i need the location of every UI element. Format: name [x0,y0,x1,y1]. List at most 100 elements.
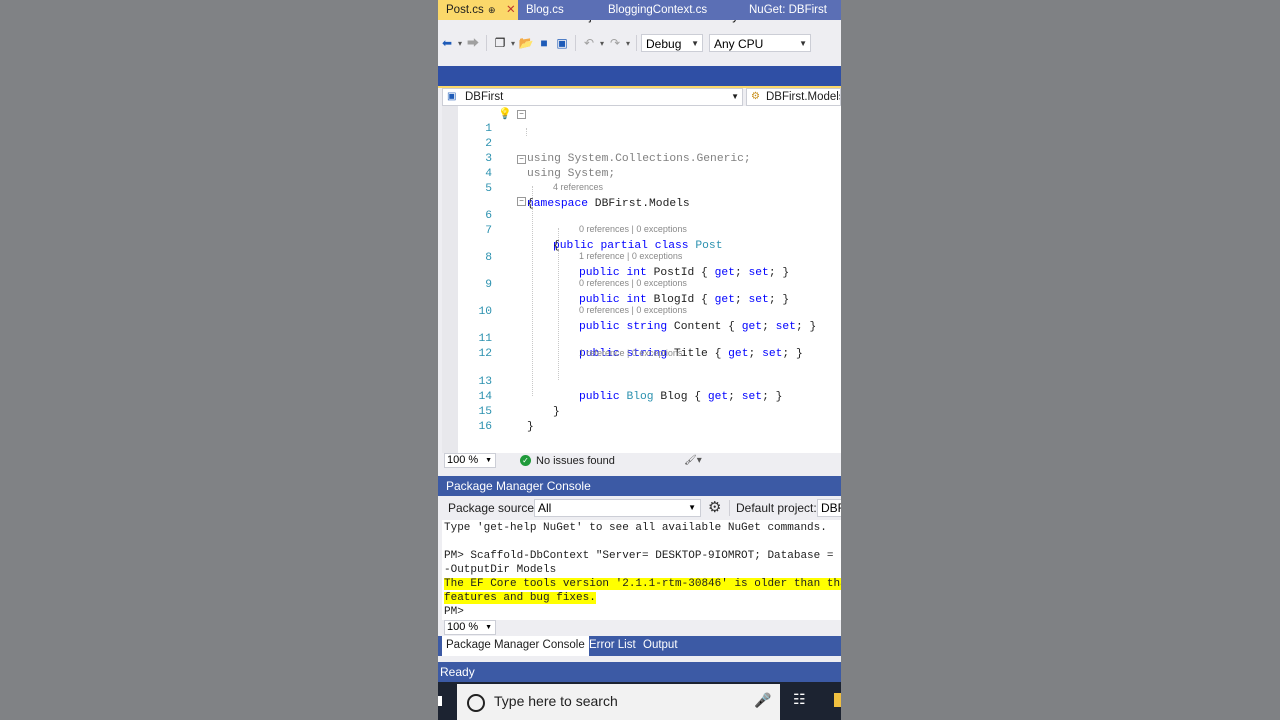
code-line-4: 4 − namespace DBFirst.Models [442,152,841,210]
codelens-references[interactable]: 0 references | 0 exceptions [579,224,687,235]
tab-label: NuGet: DBFirst [749,4,827,16]
redo-icon[interactable]: ↷ [606,35,624,51]
cortana-icon [467,694,485,712]
pin-icon[interactable]: ⊕ [488,0,496,20]
default-project-value: DBF [821,501,841,515]
tab-output[interactable]: Output [639,636,682,656]
project-value: DBFirst [465,91,504,103]
code-line-9: 9 public int BlogId { get; set; } [442,263,841,306]
editor-zoom-select[interactable]: 100 % ▼ [444,453,496,468]
codelens-references[interactable]: 1 reference | 0 exceptions [579,251,682,262]
console-prompt[interactable]: PM> [444,605,464,619]
code-line-2: 2 using System.Collections.Generic; [442,122,841,165]
tab-post-cs[interactable]: Post.cs ⊕ ✕ [438,0,520,20]
chevron-down-icon: ▼ [688,503,696,512]
gear-icon[interactable]: ⚙ [708,499,721,517]
package-source-select[interactable]: All ▼ [534,499,701,517]
tab-error-list[interactable]: Error List [585,636,640,656]
tab-label: Post.cs [446,4,484,16]
visual-studio-window: File Edit View Project Build Test Analyz… [438,0,841,720]
chevron-down-icon: ▼ [691,39,699,48]
code-line-3: 3 [442,137,841,165]
toolbar-separator [486,35,487,51]
tab-label: Blog.cs [526,4,564,16]
code-editor[interactable]: 1 💡 − using System; 2 using System.Colle… [442,106,841,453]
windows-taskbar: Type here to search 🎤 ☷ [438,682,841,720]
pmc-zoom-select[interactable]: 100 % ▼ [444,620,496,635]
tab-bloggingcontext-cs[interactable]: BloggingContext.cs [600,0,742,20]
code-cleanup-icon[interactable]: 🖌▾ [684,453,702,469]
lightbulb-icon[interactable]: 💡 [498,108,512,123]
console-line: Type 'get-help NuGet' to see all availab… [444,522,827,534]
back-dropdown-icon[interactable]: ▾ [456,39,464,48]
navigation-bar: ▣ DBFirst ▼ ⚙ DBFirst.Models [438,88,841,106]
code-line-11: 11 public string Title { get; set; } [442,317,841,360]
zoom-value: 100 % [447,621,479,633]
pmc-title: Package Manager Console [446,479,591,493]
collapse-toggle-icon[interactable]: − [517,197,526,206]
configuration-value: Debug [646,37,682,51]
close-icon[interactable]: ✕ [506,0,516,20]
new-project-icon[interactable]: ❐ [491,35,509,51]
code-line-1: 1 💡 − using System; [442,107,841,180]
codelens-references[interactable]: 4 references [553,182,603,193]
tab-label: BloggingContext.cs [608,4,708,16]
status-text: Ready [440,665,475,679]
console-warning: features and bug fixes. [444,592,596,604]
keyword: set [762,348,783,360]
right-backdrop [841,0,1280,720]
pmc-status-bar: 100 % ▼ [442,620,841,636]
standard-toolbar: ⬅ ▾ ⮕ ❐ ▾ 📂 ■ ▣ ↶ ▾ ↷ ▾ Debug ▼ Any CPU … [438,32,841,54]
code-line-7: 7 { [442,209,841,252]
code-line-6: 6 − public partial class Post [442,194,841,252]
save-icon[interactable]: ■ [535,35,553,51]
tab-blog-cs[interactable]: Blog.cs [518,0,600,20]
collapse-toggle-icon[interactable]: − [517,155,526,164]
codelens-references[interactable]: 1 reference | 0 exceptions [579,348,682,359]
editor-status-bar: 100 % ▼ ✓ No issues found 🖌▾ [442,453,841,469]
pmc-console-output[interactable]: Type 'get-help NuGet' to see all availab… [442,520,841,620]
platform-select[interactable]: Any CPU ▼ [709,34,811,52]
task-view-icon[interactable]: ☷ [793,691,806,708]
code-line-5: 5 { [442,167,841,210]
package-source-label: Package source: [448,501,538,515]
toolbar-separator [729,500,730,516]
code-line-16: 16 [442,405,841,433]
left-backdrop [0,0,438,720]
default-project-select[interactable]: DBF [817,499,841,517]
redo-dropdown-icon[interactable]: ▾ [624,39,632,48]
microphone-icon[interactable]: 🎤 [754,692,771,709]
save-all-icon[interactable]: ▣ [553,35,571,51]
brace: } [527,421,534,433]
csharp-project-icon: ▣ [447,91,457,102]
pmc-title-bar: Package Manager Console [438,476,841,496]
forward-icon[interactable]: ⮕ [464,35,482,51]
namespace-value: DBFirst.Models [766,91,841,103]
tool-window-tabs: Package Manager Console Error List Outpu… [438,636,841,656]
back-icon[interactable]: ⬅ [438,35,456,51]
new-dropdown-icon[interactable]: ▾ [509,39,517,48]
code-line-13: 13 public Blog Blog { get; set; } [442,360,841,403]
file-explorer-icon[interactable] [834,693,841,707]
collapse-toggle-icon[interactable]: − [517,110,526,119]
package-source-value: All [538,501,552,515]
console-line: -OutputDir Models [444,564,557,576]
codelens-references[interactable]: 0 references | 0 exceptions [579,305,687,316]
tab-package-manager-console[interactable]: Package Manager Console [442,636,589,656]
taskbar-search-box[interactable]: Type here to search 🎤 [457,684,780,720]
project-select[interactable]: ▣ DBFirst ▼ [442,88,743,106]
start-button[interactable] [438,696,442,706]
namespace-select[interactable]: ⚙ DBFirst.Models [746,88,841,106]
search-placeholder: Type here to search [494,693,618,709]
codelens-references[interactable]: 0 references | 0 exceptions [579,278,687,289]
brace: } [795,348,803,360]
code-line-10: 10 public string Content { get; set; } [442,290,841,333]
issues-status[interactable]: No issues found [536,453,615,469]
open-folder-icon[interactable]: 📂 [517,35,535,51]
chevron-down-icon: ▼ [799,39,807,48]
line-number: 16 [478,421,492,433]
tab-nuget-dbfirst[interactable]: NuGet: DBFirst [741,0,841,20]
undo-dropdown-icon[interactable]: ▾ [598,39,606,48]
configuration-select[interactable]: Debug ▼ [641,34,703,52]
undo-icon[interactable]: ↶ [580,35,598,51]
